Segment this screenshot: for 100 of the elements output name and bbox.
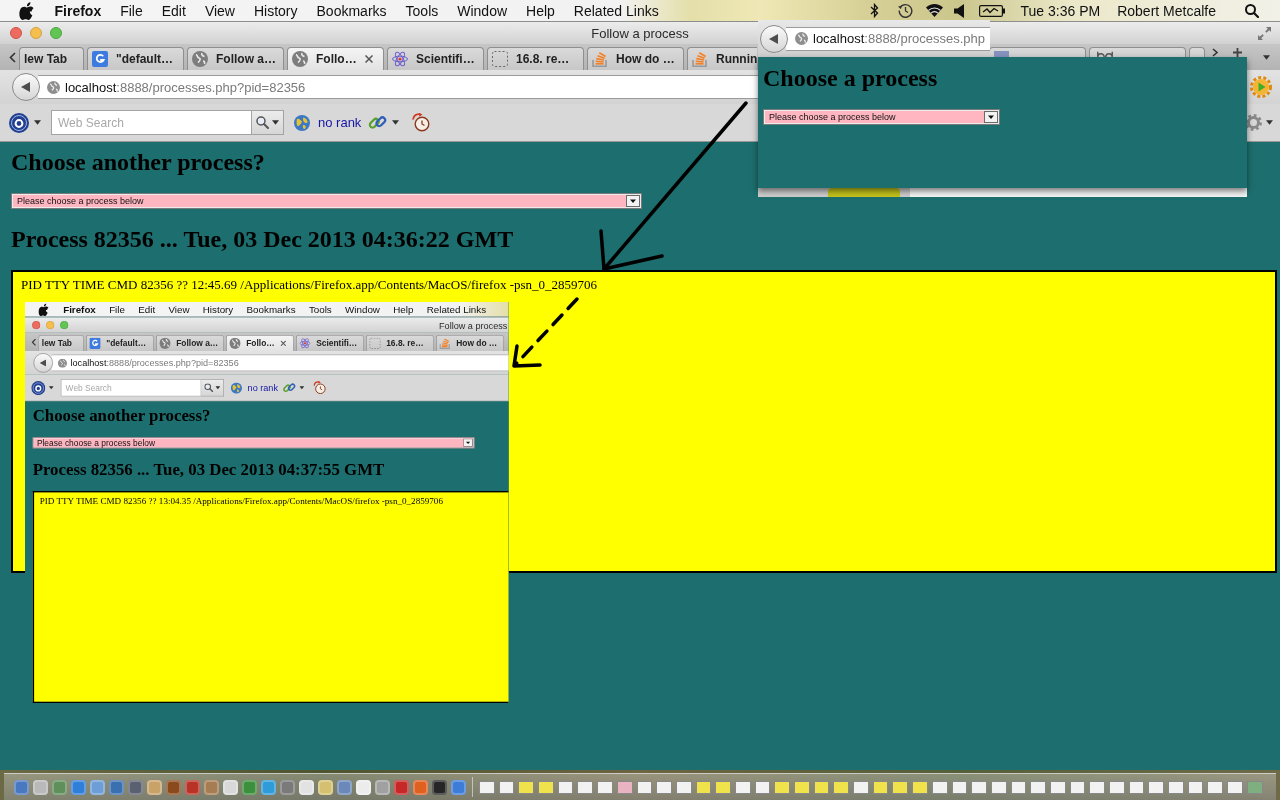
dock-document-icon[interactable] <box>597 780 613 794</box>
menu-item[interactable]: Tools <box>396 0 448 21</box>
dock-document-icon[interactable] <box>872 780 889 794</box>
dock-document-icon[interactable] <box>1168 780 1184 794</box>
zoom-window-icon[interactable] <box>60 320 69 330</box>
menu-item[interactable]: History <box>244 0 308 21</box>
rank-text[interactable]: no rank <box>318 115 362 130</box>
dock-app-icon[interactable] <box>223 779 238 795</box>
address-field[interactable]: localhost:8888/processes.php?pid=82356 <box>38 75 758 99</box>
browser-tab[interactable]: How do … <box>587 47 684 70</box>
dock-document-icon[interactable] <box>892 780 909 794</box>
browser-tab[interactable]: 16.8. re… <box>487 47 584 70</box>
browser-tab[interactable]: Follo… <box>287 47 384 70</box>
gear-play-icon[interactable] <box>1250 76 1272 98</box>
circle-logo-icon[interactable] <box>9 112 29 133</box>
menu-item[interactable]: View <box>195 0 245 21</box>
dock-document-icon[interactable] <box>774 780 790 794</box>
dock-document-icon[interactable] <box>636 780 653 794</box>
dock-document-icon[interactable] <box>931 780 948 794</box>
menu-item[interactable]: Related Links <box>564 0 669 21</box>
app-menu[interactable]: Firefox <box>56 302 103 317</box>
browser-tab[interactable]: How do … <box>435 334 504 351</box>
menu-item[interactable]: Tools <box>302 302 339 317</box>
clock-arrow-icon[interactable] <box>897 3 913 18</box>
dock-app-icon[interactable] <box>432 779 447 795</box>
globe-icon[interactable] <box>230 382 242 394</box>
menu-item[interactable]: Window <box>447 0 517 21</box>
search-button[interactable] <box>252 110 284 135</box>
gear-icon[interactable] <box>1245 114 1262 131</box>
dock-document-icon[interactable] <box>813 780 830 794</box>
process-select[interactable]: Please choose a process below <box>11 193 642 209</box>
dock-document-icon[interactable] <box>1089 780 1105 794</box>
battery-icon[interactable] <box>978 4 1005 17</box>
menu-item[interactable]: Help <box>516 0 565 21</box>
dock-document-icon[interactable] <box>1227 780 1243 794</box>
search-field[interactable]: Web Search <box>51 110 252 135</box>
dock-document-icon[interactable] <box>1030 780 1046 794</box>
browser-tab[interactable]: "default… <box>85 334 154 351</box>
stopwatch-icon[interactable] <box>412 113 431 132</box>
back-button[interactable] <box>12 73 40 101</box>
browser-tab[interactable]: Runnin <box>687 47 757 70</box>
dock-document-icon[interactable] <box>754 780 771 794</box>
speaker-icon[interactable] <box>953 3 964 18</box>
browser-tab[interactable]: Follow a… <box>155 334 224 351</box>
caret-down-icon[interactable] <box>272 120 279 125</box>
rank-text[interactable]: no rank <box>247 382 278 393</box>
dock-document-icon[interactable] <box>1109 780 1125 794</box>
circle-logo-icon[interactable] <box>31 380 46 395</box>
bluetooth-icon[interactable] <box>869 3 879 18</box>
dock-document-icon[interactable] <box>616 780 633 794</box>
zoom-window-icon[interactable] <box>50 27 62 39</box>
menu-item[interactable]: Window <box>338 302 387 317</box>
apple-icon[interactable] <box>19 1 34 20</box>
dock-document-icon[interactable] <box>853 780 869 794</box>
search-button[interactable] <box>201 379 224 397</box>
partial-tab[interactable] <box>1089 47 1186 57</box>
menu-item[interactable]: Related Links <box>420 302 493 317</box>
dock-document-icon[interactable] <box>479 780 495 794</box>
menu-item[interactable]: Help <box>386 302 421 317</box>
browser-tab[interactable]: "default… <box>87 47 184 70</box>
app-menu[interactable]: Firefox <box>45 0 111 21</box>
browser-tab[interactable]: Follow a… <box>187 47 284 70</box>
dock-app-icon[interactable] <box>33 779 48 795</box>
dock-app-icon[interactable] <box>166 779 181 795</box>
browser-tab[interactable]: lew Tab <box>19 47 84 70</box>
process-select[interactable]: Please choose a process below <box>763 109 1000 125</box>
dock-document-icon[interactable] <box>1148 780 1165 794</box>
menu-item[interactable]: History <box>196 302 240 317</box>
minimize-window-icon[interactable] <box>46 320 55 330</box>
close-icon[interactable] <box>365 55 373 63</box>
dock-document-icon[interactable] <box>990 780 1007 794</box>
address-field[interactable]: localhost:8888/processes.php?pid=82356 <box>51 354 509 372</box>
browser-tab[interactable]: Follo… <box>225 334 294 351</box>
dock-app-icon[interactable] <box>128 779 143 795</box>
menu-item[interactable]: Bookmarks <box>239 302 303 317</box>
close-window-icon[interactable] <box>32 320 41 330</box>
dock-document-icon[interactable] <box>656 780 672 794</box>
menu-item[interactable]: File <box>110 0 153 21</box>
dock-document-icon[interactable] <box>734 780 751 794</box>
browser-tab[interactable]: lew Tab <box>38 334 84 351</box>
dock-document-icon[interactable] <box>1128 780 1145 794</box>
dock-document-icon[interactable] <box>518 780 535 794</box>
browser-tab[interactable]: Scientifi… <box>295 334 364 351</box>
dock-app-icon[interactable] <box>375 779 390 795</box>
caret-down-icon[interactable] <box>392 120 400 125</box>
dock-document-icon[interactable] <box>498 780 515 794</box>
search-field[interactable]: Web Search <box>60 379 202 397</box>
caret-down-icon[interactable] <box>1263 54 1270 60</box>
browser-tab[interactable]: 16.8. re… <box>365 334 434 351</box>
dock-document-icon[interactable] <box>971 780 987 794</box>
chain-link-icon[interactable] <box>368 113 388 132</box>
dock-document-icon[interactable] <box>557 780 574 794</box>
dock-document-icon[interactable] <box>833 780 850 794</box>
menu-clock[interactable]: Tue 3:36 PM <box>1020 2 1101 19</box>
menu-item[interactable]: Edit <box>152 0 196 21</box>
dock-document-icon[interactable] <box>1207 780 1224 794</box>
dock-app-icon[interactable] <box>356 779 371 795</box>
menu-item[interactable]: Edit <box>131 302 162 317</box>
dock-document-icon[interactable] <box>1010 780 1027 794</box>
globe-icon[interactable] <box>294 114 310 131</box>
